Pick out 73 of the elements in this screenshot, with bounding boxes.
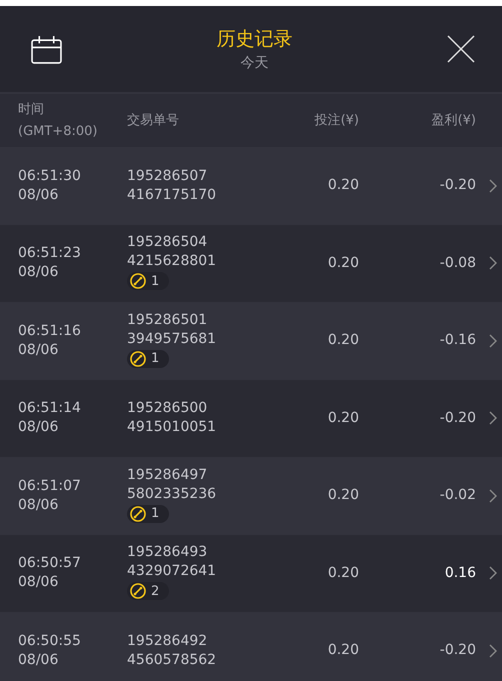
stake-amount: 0.20: [328, 176, 359, 196]
stake-amount: 0.20: [328, 486, 359, 506]
order-id: 195286492: [127, 632, 208, 651]
profit-amount: -0.20: [440, 641, 476, 660]
chevron-icon[interactable]: [489, 566, 497, 580]
profit-amount: -0.02: [440, 486, 476, 506]
time-text: 06:50:55: [18, 632, 82, 651]
time-text: 06:51:16: [18, 322, 82, 341]
profit-amount: 0.16: [444, 564, 476, 583]
table-row[interactable]: 06:51:23 08/06 195286504 4215628801 1 0.20 -0.08: [0, 224, 502, 302]
order-number: 4915010051: [127, 418, 218, 438]
order-id: 195286493: [127, 543, 208, 562]
column-header: (GMT+8:00): [18, 122, 98, 140]
order-id: 195286501: [127, 310, 208, 330]
table-row[interactable]: 06:51:07 08/06 195286497 5802335236 1 0.20 -0.02: [0, 457, 502, 534]
chevron-icon[interactable]: [489, 334, 497, 348]
date-filter: 今天: [240, 54, 268, 72]
chevron-icon[interactable]: [489, 256, 497, 270]
close-icon[interactable]: [447, 35, 475, 63]
chevron-icon[interactable]: [489, 488, 497, 503]
chevron-icon[interactable]: [489, 178, 497, 193]
table-row[interactable]: 06:51:16 08/06 195286501 3949575681 1 0.20 -0.16: [0, 302, 502, 380]
profit-amount: -0.20: [440, 408, 476, 428]
date-text: 08/06: [18, 418, 60, 438]
table-row[interactable]: 06:50:55 08/06 195286492 4560578562 0.20 -0.20: [0, 612, 502, 681]
stake-amount: 0.20: [328, 408, 359, 428]
link-icon: [130, 350, 146, 367]
link-icon: [130, 273, 146, 290]
date-text: 08/06: [18, 263, 60, 282]
time-text: 06:51:23: [18, 244, 82, 264]
order-number: 4167175170: [127, 186, 218, 205]
profit-amount: -0.08: [440, 254, 476, 273]
table-row[interactable]: 06:50:57 08/06 195286493 4329072641 2 0.20 0.16: [0, 534, 502, 612]
stake-amount: 0.20: [328, 331, 359, 350]
profit-amount: -0.16: [440, 331, 476, 350]
stake-amount: 0.20: [328, 641, 359, 660]
order-number: 5802335236: [127, 484, 218, 504]
order-number: 4215628801: [127, 252, 218, 272]
time-text: 06:51:30: [18, 166, 82, 186]
time-text: 06:51:07: [18, 476, 82, 496]
link-icon: [130, 506, 146, 522]
order-number: 4329072641: [127, 562, 218, 582]
time-text: 06:51:14: [18, 399, 82, 418]
badge-count: 1: [151, 506, 160, 522]
stake-amount: 0.20: [328, 254, 359, 273]
link-icon: [130, 583, 146, 600]
order-id: 195286504: [127, 233, 208, 252]
time-text: 06:50:57: [18, 554, 82, 574]
stake-amount: 0.20: [328, 564, 359, 583]
date-text: 08/06: [18, 650, 60, 670]
page-title: 历史记录: [216, 27, 292, 52]
column-header: 交易单号: [127, 112, 180, 130]
calendar-icon[interactable]: [31, 34, 62, 64]
profit-amount: -0.20: [440, 176, 476, 196]
date-text: 08/06: [18, 340, 60, 360]
badge-count: 1: [151, 274, 160, 289]
chevron-icon[interactable]: [489, 411, 497, 426]
table-row[interactable]: 06:51:30 08/06 195286507 4167175170 0.20 -0.20: [0, 147, 502, 224]
date-text: 08/06: [18, 496, 60, 515]
badge-count: 2: [151, 584, 160, 599]
order-number: 3949575681: [127, 330, 218, 349]
table-row[interactable]: 06:51:14 08/06 195286500 4915010051 0.20 -0.20: [0, 380, 502, 457]
date-text: 08/06: [18, 573, 60, 592]
order-id: 195286507: [127, 166, 208, 186]
date-text: 08/06: [18, 186, 60, 205]
order-id: 195286497: [127, 466, 208, 485]
order-number: 4560578562: [127, 650, 218, 670]
column-header: 盈利(¥): [432, 112, 476, 130]
order-id: 195286500: [127, 399, 208, 418]
column-header: 投注(¥): [314, 112, 359, 130]
badge-count: 1: [151, 351, 160, 366]
column-header: 时间: [18, 100, 45, 118]
chevron-icon[interactable]: [489, 644, 497, 658]
